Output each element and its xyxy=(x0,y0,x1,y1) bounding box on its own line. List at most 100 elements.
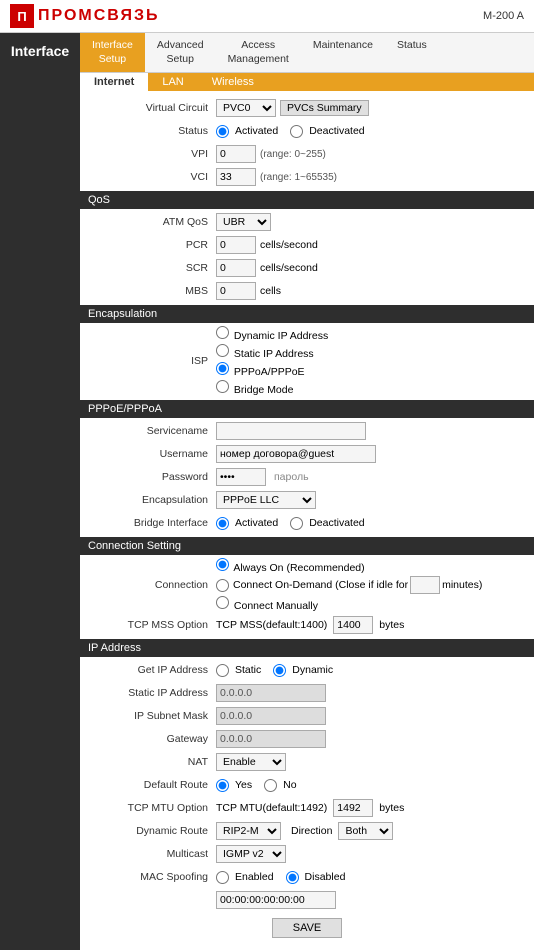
vpi-input[interactable] xyxy=(216,145,256,163)
pcr-unit: cells/second xyxy=(260,239,318,251)
nav-status[interactable]: Status xyxy=(385,33,439,72)
status-deactivated-radio[interactable] xyxy=(290,125,303,138)
mac-spoofing-disabled-radio[interactable] xyxy=(286,871,299,884)
sub-tab-bar: Internet LAN Wireless xyxy=(80,73,534,91)
isp-dynamic-radio[interactable] xyxy=(216,326,229,339)
isp-static-radio[interactable] xyxy=(216,344,229,357)
tcp-mss-input[interactable] xyxy=(333,616,373,634)
mac-spoofing-enabled-label: Enabled xyxy=(235,871,274,883)
nav-access-mgmt[interactable]: AccessManagement xyxy=(216,33,301,72)
isp-pppoe-label: PPPoA/PPPoE xyxy=(234,366,305,378)
get-ip-static-radio[interactable] xyxy=(216,664,229,677)
multicast-label: Multicast xyxy=(86,848,216,860)
encap-select[interactable]: PPPoE LLCPPPoE VCPPPoA LLCPPPoA VC xyxy=(216,491,316,509)
gateway-label: Gateway xyxy=(86,733,216,745)
bridge-interface-label: Bridge Interface xyxy=(86,517,216,529)
vpi-label: VPI xyxy=(86,148,216,160)
username-label: Username xyxy=(86,448,216,460)
ip-section: Get IP Address Static Dynamic Static IP … xyxy=(86,660,528,910)
vci-range: (range: 1~65535) xyxy=(260,172,337,183)
isp-dynamic-label: Dynamic IP Address xyxy=(234,330,328,342)
pcr-input[interactable] xyxy=(216,236,256,254)
vci-input[interactable] xyxy=(216,168,256,186)
conn-manually-label: Connect Manually xyxy=(234,600,318,612)
scr-input[interactable] xyxy=(216,259,256,277)
qos-section: ATM QoS UBRCBRVBR PCR cells/second xyxy=(86,212,528,301)
sidebar: Interface xyxy=(0,33,80,950)
virtual-circuit-section: Virtual Circuit PVC0PVC1PVC2PVC3 PVCs Su… xyxy=(86,98,528,187)
idle-minutes-input[interactable] xyxy=(410,576,440,594)
isp-pppoe-radio[interactable] xyxy=(216,362,229,375)
isp-static-label: Static IP Address xyxy=(234,348,314,360)
status-deactivated-label: Deactivated xyxy=(309,125,364,137)
default-route-no-radio[interactable] xyxy=(264,779,277,792)
vpi-range: (range: 0~255) xyxy=(260,149,326,160)
tcp-mtu-input[interactable] xyxy=(333,799,373,817)
mac-spoofing-label: MAC Spoofing xyxy=(86,871,216,883)
conn-always-on-radio[interactable] xyxy=(216,558,229,571)
conn-on-demand-label: Connect On-Demand (Close if idle for xyxy=(233,579,408,591)
get-ip-dynamic-radio[interactable] xyxy=(273,664,286,677)
password-hint: пароль xyxy=(274,471,309,483)
page-wrapper: П ПРОМСВЯЗЬ M-200 A Interface InterfaceS… xyxy=(0,0,534,950)
conn-on-demand-radio[interactable] xyxy=(216,579,229,592)
mac-address-input[interactable] xyxy=(216,891,336,909)
tab-lan[interactable]: LAN xyxy=(148,73,197,91)
bridge-deactivated-radio[interactable] xyxy=(290,517,303,530)
qos-section-header: QoS xyxy=(80,191,534,209)
bridge-deactivated-label: Deactivated xyxy=(309,517,364,529)
isp-bridge-radio[interactable] xyxy=(216,380,229,393)
encapsulation-section: ISP Dynamic IP Address Static IP Address… xyxy=(86,326,528,396)
subnet-mask-input[interactable] xyxy=(216,707,326,725)
logo-text: ПРОМСВЯЗЬ xyxy=(38,7,159,25)
dynamic-route-label: Dynamic Route xyxy=(86,825,216,837)
get-ip-label: Get IP Address xyxy=(86,664,216,676)
password-input[interactable] xyxy=(216,468,266,486)
conn-always-on-label: Always On (Recommended) xyxy=(233,562,364,574)
connection-section-header: Connection Setting xyxy=(80,537,534,555)
mac-spoofing-disabled-label: Disabled xyxy=(305,871,346,883)
encap-label: Encapsulation xyxy=(86,494,216,506)
form-content: Virtual Circuit PVC0PVC1PVC2PVC3 PVCs Su… xyxy=(80,91,534,950)
vci-label: VCI xyxy=(86,171,216,183)
get-ip-static-label: Static xyxy=(235,664,261,676)
atm-qos-select[interactable]: UBRCBRVBR xyxy=(216,213,271,231)
status-label: Status xyxy=(86,125,216,137)
tcp-mss-text: TCP MSS(default:1400) xyxy=(216,619,327,631)
pvcs-summary-btn[interactable]: PVCs Summary xyxy=(280,100,369,116)
multicast-select[interactable]: IGMP v2IGMP v1None xyxy=(216,845,286,863)
save-button[interactable]: SAVE xyxy=(272,918,343,938)
direction-label: Direction xyxy=(291,825,332,837)
default-route-yes-label: Yes xyxy=(235,779,252,791)
mbs-unit: cells xyxy=(260,285,281,297)
conn-manually-radio[interactable] xyxy=(216,596,229,609)
nav-maintenance[interactable]: Maintenance xyxy=(301,33,385,72)
atm-qos-label: ATM QoS xyxy=(86,216,216,228)
nav-advanced-setup[interactable]: AdvancedSetup xyxy=(145,33,216,72)
mbs-input[interactable] xyxy=(216,282,256,300)
isp-label: ISP xyxy=(86,355,216,367)
nav-interface-setup[interactable]: InterfaceSetup xyxy=(80,33,145,72)
static-ip-label: Static IP Address xyxy=(86,687,216,699)
username-input[interactable] xyxy=(216,445,376,463)
tcp-mtu-label: TCP MTU Option xyxy=(86,802,216,814)
scr-label: SCR xyxy=(86,262,216,274)
tab-wireless[interactable]: Wireless xyxy=(198,73,268,91)
dynamic-route-select[interactable]: RIP2-MRIP1RIP2-BNone xyxy=(216,822,281,840)
ip-section-header: IP Address xyxy=(80,639,534,657)
mac-spoofing-enabled-radio[interactable] xyxy=(216,871,229,884)
default-route-no-label: No xyxy=(283,779,296,791)
gateway-input[interactable] xyxy=(216,730,326,748)
servicename-input[interactable] xyxy=(216,422,366,440)
default-route-yes-radio[interactable] xyxy=(216,779,229,792)
connection-section: Connection Always On (Recommended) Conne… xyxy=(86,558,528,635)
pppoe-section-header: PPPoE/PPPoA xyxy=(80,400,534,418)
bridge-activated-radio[interactable] xyxy=(216,517,229,530)
vc-select[interactable]: PVC0PVC1PVC2PVC3 xyxy=(216,99,276,117)
tab-internet[interactable]: Internet xyxy=(80,73,148,91)
nat-select[interactable]: EnableDisable xyxy=(216,753,286,771)
pcr-label: PCR xyxy=(86,239,216,251)
status-activated-radio[interactable] xyxy=(216,125,229,138)
isp-bridge-label: Bridge Mode xyxy=(234,384,294,396)
direction-select[interactable]: BothIn OnlyOut Only xyxy=(338,822,393,840)
